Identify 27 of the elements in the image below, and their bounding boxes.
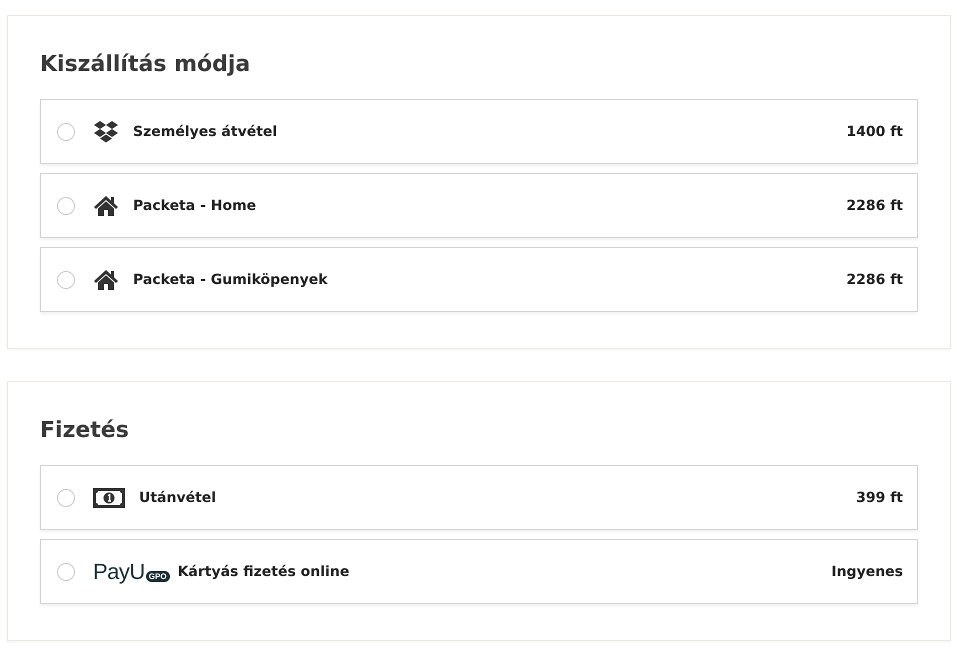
option-row[interactable]: Utánvétel 399 ft xyxy=(40,465,918,530)
radio-button[interactable] xyxy=(57,562,75,580)
option-price: 399 ft xyxy=(856,490,903,506)
radio-button[interactable] xyxy=(57,488,75,506)
radio-button[interactable] xyxy=(57,122,75,140)
radio-button[interactable] xyxy=(57,270,75,288)
option-price: 2286 ft xyxy=(846,272,903,288)
option-label: Packeta - Gumiköpenyek xyxy=(133,272,329,288)
option-label: Személyes átvétel xyxy=(133,124,278,140)
option-price: Ingyenes xyxy=(831,564,903,580)
section-title: Kiszállítás módja xyxy=(40,51,252,79)
option-row[interactable]: Packeta - Gumiköpenyek 2286 ft xyxy=(40,247,918,312)
box-icon xyxy=(93,120,119,144)
radio-button[interactable] xyxy=(57,196,75,214)
banknote-icon xyxy=(93,488,125,508)
option-row[interactable]: PayU GPO Kártyás fizetés online Ingyenes xyxy=(40,539,918,604)
payment-logo: PayU GPO xyxy=(93,558,170,584)
option-price: 2286 ft xyxy=(846,198,903,214)
option-label: Packeta - Home xyxy=(133,198,258,214)
option-price: 1400 ft xyxy=(846,124,903,140)
section-title: Fizetés xyxy=(40,417,130,445)
house-icon xyxy=(93,268,119,290)
option-label: Kártyás fizetés online xyxy=(178,564,350,580)
house-icon xyxy=(93,194,119,216)
option-label: Utánvétel xyxy=(139,490,218,506)
option-row[interactable]: Packeta - Home 2286 ft xyxy=(40,173,918,238)
option-row[interactable]: Személyes átvétel 1400 ft xyxy=(40,99,918,164)
